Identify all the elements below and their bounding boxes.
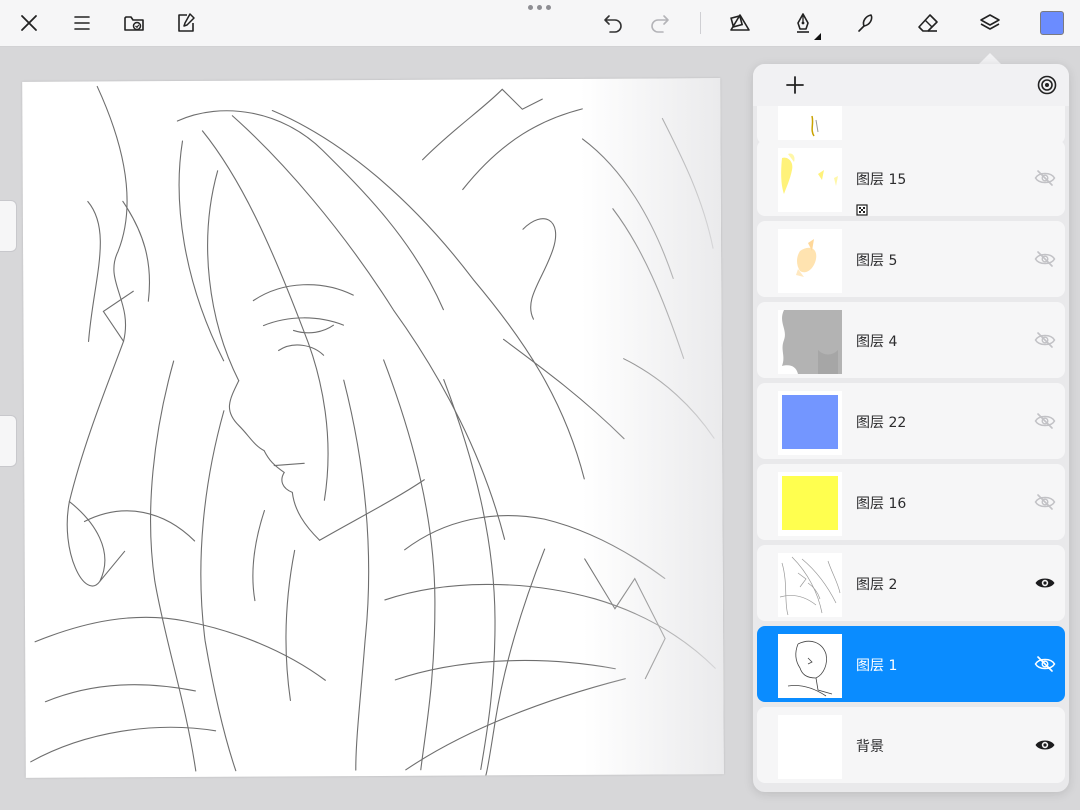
eye-icon[interactable] bbox=[1034, 573, 1056, 593]
layer-row[interactable]: 背景 bbox=[757, 707, 1065, 783]
layers-icon[interactable] bbox=[974, 7, 1006, 39]
layer-mode-icon[interactable] bbox=[1035, 73, 1059, 97]
eye-hidden-icon[interactable] bbox=[1034, 330, 1056, 350]
eye-hidden-icon[interactable] bbox=[1034, 411, 1056, 431]
clip-icon bbox=[856, 201, 868, 216]
layer-thumbnail bbox=[778, 634, 842, 698]
layers-popover-arrow bbox=[979, 53, 1001, 64]
layer-name: 图层 16 bbox=[856, 496, 907, 512]
layer-thumbnail bbox=[778, 391, 842, 455]
opacity-slider-handle[interactable] bbox=[0, 415, 17, 467]
layer-name: 图层 1 bbox=[856, 658, 898, 674]
brush-size-slider-handle[interactable] bbox=[0, 200, 17, 252]
layer-name: 图层 4 bbox=[856, 334, 898, 350]
plus-icon[interactable] bbox=[783, 73, 807, 97]
layer-thumbnail bbox=[778, 229, 842, 293]
top-toolbar bbox=[0, 0, 1080, 47]
layers-panel-header bbox=[753, 64, 1069, 106]
toolbar-separator bbox=[700, 12, 701, 34]
layer-row[interactable]: 图层 2 bbox=[757, 545, 1065, 621]
layer-thumbnail bbox=[778, 310, 842, 374]
layers-panel: 图层 15 图层 5 图层 4 图层 22 图层 16 图层 2 图层 1 背景 bbox=[753, 64, 1069, 792]
layer-thumbnail bbox=[778, 715, 842, 779]
eraser-icon[interactable] bbox=[912, 7, 944, 39]
layer-name: 图层 5 bbox=[856, 253, 898, 269]
eye-hidden-icon[interactable] bbox=[1034, 492, 1056, 512]
drawing-canvas[interactable] bbox=[22, 78, 724, 778]
layer-list: 图层 15 图层 5 图层 4 图层 22 图层 16 图层 2 图层 1 背景 bbox=[753, 66, 1069, 792]
layer-name: 图层 2 bbox=[856, 577, 898, 593]
layer-row[interactable]: 图层 15 bbox=[757, 140, 1065, 216]
eye-icon[interactable] bbox=[1034, 735, 1056, 755]
layer-name: 背景 bbox=[856, 739, 884, 755]
undo-icon[interactable] bbox=[597, 7, 629, 39]
redo-icon[interactable] bbox=[644, 7, 676, 39]
layer-row-selected[interactable]: 图层 1 bbox=[757, 626, 1065, 702]
eye-hidden-icon[interactable] bbox=[1034, 249, 1056, 269]
layer-row[interactable]: 图层 22 bbox=[757, 383, 1065, 459]
layer-row[interactable]: 图层 4 bbox=[757, 302, 1065, 378]
close-icon[interactable] bbox=[13, 7, 45, 39]
shape-icon[interactable] bbox=[724, 7, 756, 39]
layer-thumbnail bbox=[778, 553, 842, 617]
eye-hidden-icon[interactable] bbox=[1034, 168, 1056, 188]
smudge-icon[interactable] bbox=[850, 7, 882, 39]
gallery-icon[interactable] bbox=[118, 7, 150, 39]
drag-grip[interactable] bbox=[528, 5, 551, 10]
layer-row[interactable]: 图层 5 bbox=[757, 221, 1065, 297]
eye-hidden-icon[interactable] bbox=[1034, 654, 1056, 674]
layer-row[interactable]: 图层 16 bbox=[757, 464, 1065, 540]
canvas-shadow-edge bbox=[580, 78, 724, 775]
layer-name: 图层 22 bbox=[856, 415, 907, 431]
current-color-swatch[interactable] bbox=[1040, 11, 1064, 35]
layer-thumbnail bbox=[778, 148, 842, 212]
menu-icon[interactable] bbox=[66, 7, 98, 39]
export-icon[interactable] bbox=[170, 7, 202, 39]
layer-name: 图层 15 bbox=[856, 172, 907, 188]
pen-options-indicator bbox=[814, 33, 821, 40]
layer-thumbnail bbox=[778, 472, 842, 536]
